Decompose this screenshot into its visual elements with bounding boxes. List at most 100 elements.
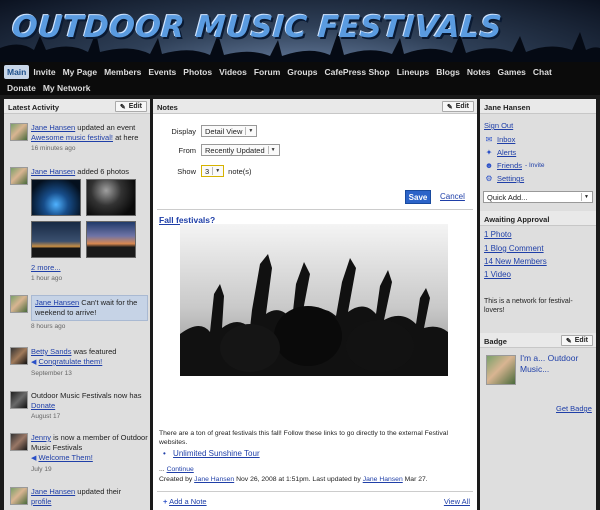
add-note-link[interactable]: Add a Note xyxy=(169,497,207,506)
cancel-link[interactable]: Cancel xyxy=(440,192,465,201)
nav-item-cafepress-shop[interactable]: CafePress Shop xyxy=(322,65,393,79)
activity-item: Jane Hansen updated an event Awesome mus… xyxy=(8,123,148,154)
approval-item-blog-comment[interactable]: 1 Blog Comment xyxy=(484,244,544,253)
nav-item-invite[interactable]: Invite xyxy=(30,65,58,79)
nav-item-notes[interactable]: Notes xyxy=(464,65,494,79)
site-header: OUTDOOR MUSIC FESTIVALS xyxy=(0,0,600,62)
activity-user-link[interactable]: Jenny xyxy=(31,433,51,442)
nav-item-videos[interactable]: Videos xyxy=(216,65,250,79)
activity-text: Outdoor Music Festivals now has xyxy=(31,391,142,400)
nav-item-my-network[interactable]: My Network xyxy=(40,81,94,95)
activity-user-link[interactable]: Jane Hansen xyxy=(31,167,75,176)
divider xyxy=(157,209,473,210)
envelope-icon: ✉ xyxy=(485,135,493,144)
meta-prefix: Created by xyxy=(159,476,195,483)
display-label: Display xyxy=(171,126,196,136)
activity-item: Jane Hansen Can't wait for the weekend t… xyxy=(8,295,148,332)
activity-user-link[interactable]: Jane Hansen xyxy=(31,487,75,496)
activity-text: updated an event xyxy=(75,123,136,132)
alerts-item[interactable]: ✦ Alerts xyxy=(484,148,517,157)
sign-out-link[interactable]: Sign Out xyxy=(484,121,513,130)
nav-item-games[interactable]: Games xyxy=(495,65,529,79)
nav-item-forum[interactable]: Forum xyxy=(251,65,283,79)
from-select[interactable]: Recently Updated ▼ xyxy=(201,144,280,156)
add-note: + Add a Note xyxy=(163,497,207,506)
meta-suffix: Mar 27. xyxy=(402,476,428,483)
alerts-link[interactable]: Alerts xyxy=(497,148,516,157)
nav-item-donate[interactable]: Donate xyxy=(4,81,39,95)
activity-item: Jenny is now a member of Outdoor Music F… xyxy=(8,433,148,475)
nav-item-members[interactable]: Members xyxy=(101,65,144,79)
activity-edit-label: Edit xyxy=(128,103,142,110)
user-panel: Jane Hansen Sign Out ✉ Inbox ✦ Alerts ☻ Fri… xyxy=(480,99,596,510)
friends-link[interactable]: Friends xyxy=(497,161,522,170)
site-title[interactable]: OUTDOOR MUSIC FESTIVALS xyxy=(11,10,504,45)
inbox-link[interactable]: Inbox xyxy=(497,135,515,144)
continue-prefix: ... xyxy=(159,466,167,473)
nav-item-photos[interactable]: Photos xyxy=(180,65,215,79)
nav-row-1: Main Invite My Page Members Events Photos Vide… xyxy=(4,65,556,79)
activity-edit-button[interactable]: ✎ Edit xyxy=(114,101,147,112)
unlimited-sunshine-link[interactable]: Unlimited Sunshine Tour xyxy=(173,449,260,458)
friends-item[interactable]: ☻ Friends - Invite xyxy=(484,161,545,170)
divider xyxy=(157,491,473,492)
nav-item-events[interactable]: Events xyxy=(145,65,179,79)
welcome-link[interactable]: Welcome Them! xyxy=(38,453,92,462)
quick-add-select[interactable]: Quick Add... ▼ xyxy=(483,191,593,203)
awaiting-approval-header: Awaiting Approval xyxy=(480,211,596,226)
view-all-link[interactable]: View All xyxy=(444,497,470,506)
more-photos-link[interactable]: 2 more... xyxy=(31,263,61,272)
congratulate-link[interactable]: Congratulate them! xyxy=(38,357,102,366)
activity-more: 2 more... 1 hour ago xyxy=(8,263,148,284)
note-photo[interactable] xyxy=(180,224,448,376)
author-link[interactable]: Jane Hansen xyxy=(194,476,234,483)
activity-item: Betty Sands was featured ◀ Congratulate … xyxy=(8,347,148,379)
badge-avatar[interactable] xyxy=(486,355,516,385)
latest-activity-title: Latest Activity xyxy=(8,103,59,112)
inbox-item[interactable]: ✉ Inbox xyxy=(484,135,516,144)
meta-mid: Nov 26, 2008 at 1:51pm. Last updated by xyxy=(234,476,363,483)
approval-item-video[interactable]: 1 Video xyxy=(484,270,511,279)
nav-item-blogs[interactable]: Blogs xyxy=(433,65,463,79)
notes-edit-button[interactable]: ✎ Edit xyxy=(441,101,474,112)
from-label: From xyxy=(178,145,197,155)
nav-item-lineups[interactable]: Lineups xyxy=(394,65,433,79)
get-badge-link[interactable]: Get Badge xyxy=(556,404,592,413)
show-count-select[interactable]: 3 ▼ xyxy=(201,165,225,177)
from-row: From Recently Updated ▼ xyxy=(165,144,280,156)
approval-item-new-members[interactable]: 14 New Members xyxy=(484,257,547,266)
settings-link[interactable]: Settings xyxy=(497,174,524,183)
display-select[interactable]: Detail View ▼ xyxy=(201,125,258,137)
settings-item[interactable]: ⚙ Settings xyxy=(484,174,524,183)
activity-item: Outdoor Music Festivals now has Donate A… xyxy=(8,391,148,422)
badge-text[interactable]: I'm a... Outdoor Music... xyxy=(520,353,590,375)
photo-thumbnail[interactable] xyxy=(31,221,81,258)
display-row: Display Detail View ▼ xyxy=(165,125,258,137)
invite-link[interactable]: - Invite xyxy=(525,162,545,169)
notes-edit-label: Edit xyxy=(455,103,469,110)
activity-user-link[interactable]: Jane Hansen xyxy=(35,298,79,307)
badge-edit-button[interactable]: ✎ Edit xyxy=(560,335,593,346)
updater-link[interactable]: Jane Hansen xyxy=(363,476,403,483)
activity-user-link[interactable]: Betty Sands xyxy=(31,347,71,356)
activity-item: Jane Hansen updated their profile xyxy=(8,487,148,507)
photo-thumbnail[interactable] xyxy=(86,179,136,216)
activity-user-link[interactable]: Jane Hansen xyxy=(31,123,75,132)
arrow-left-icon: ◀ xyxy=(31,359,37,366)
activity-event-link[interactable]: Awesome music festival! xyxy=(31,133,113,142)
photo-thumbnail[interactable] xyxy=(31,179,81,216)
activity-timestamp: 16 minutes ago xyxy=(31,145,76,152)
save-button[interactable]: Save xyxy=(405,190,431,204)
continue-link[interactable]: Continue xyxy=(167,466,194,473)
approval-item-photo[interactable]: 1 Photo xyxy=(484,230,512,239)
profile-link[interactable]: profile xyxy=(31,497,51,506)
activity-item: Jane Hansen added 6 photos xyxy=(8,167,148,177)
nav-item-my-page[interactable]: My Page xyxy=(60,65,101,79)
nav-item-chat[interactable]: Chat xyxy=(530,65,555,79)
donate-link[interactable]: Donate xyxy=(31,401,55,410)
photo-thumbnail[interactable] xyxy=(86,221,136,258)
nav-item-main[interactable]: Main xyxy=(4,65,30,79)
bell-icon: ✦ xyxy=(485,148,493,157)
user-panel-header: Jane Hansen xyxy=(480,99,596,114)
nav-item-groups[interactable]: Groups xyxy=(284,65,320,79)
